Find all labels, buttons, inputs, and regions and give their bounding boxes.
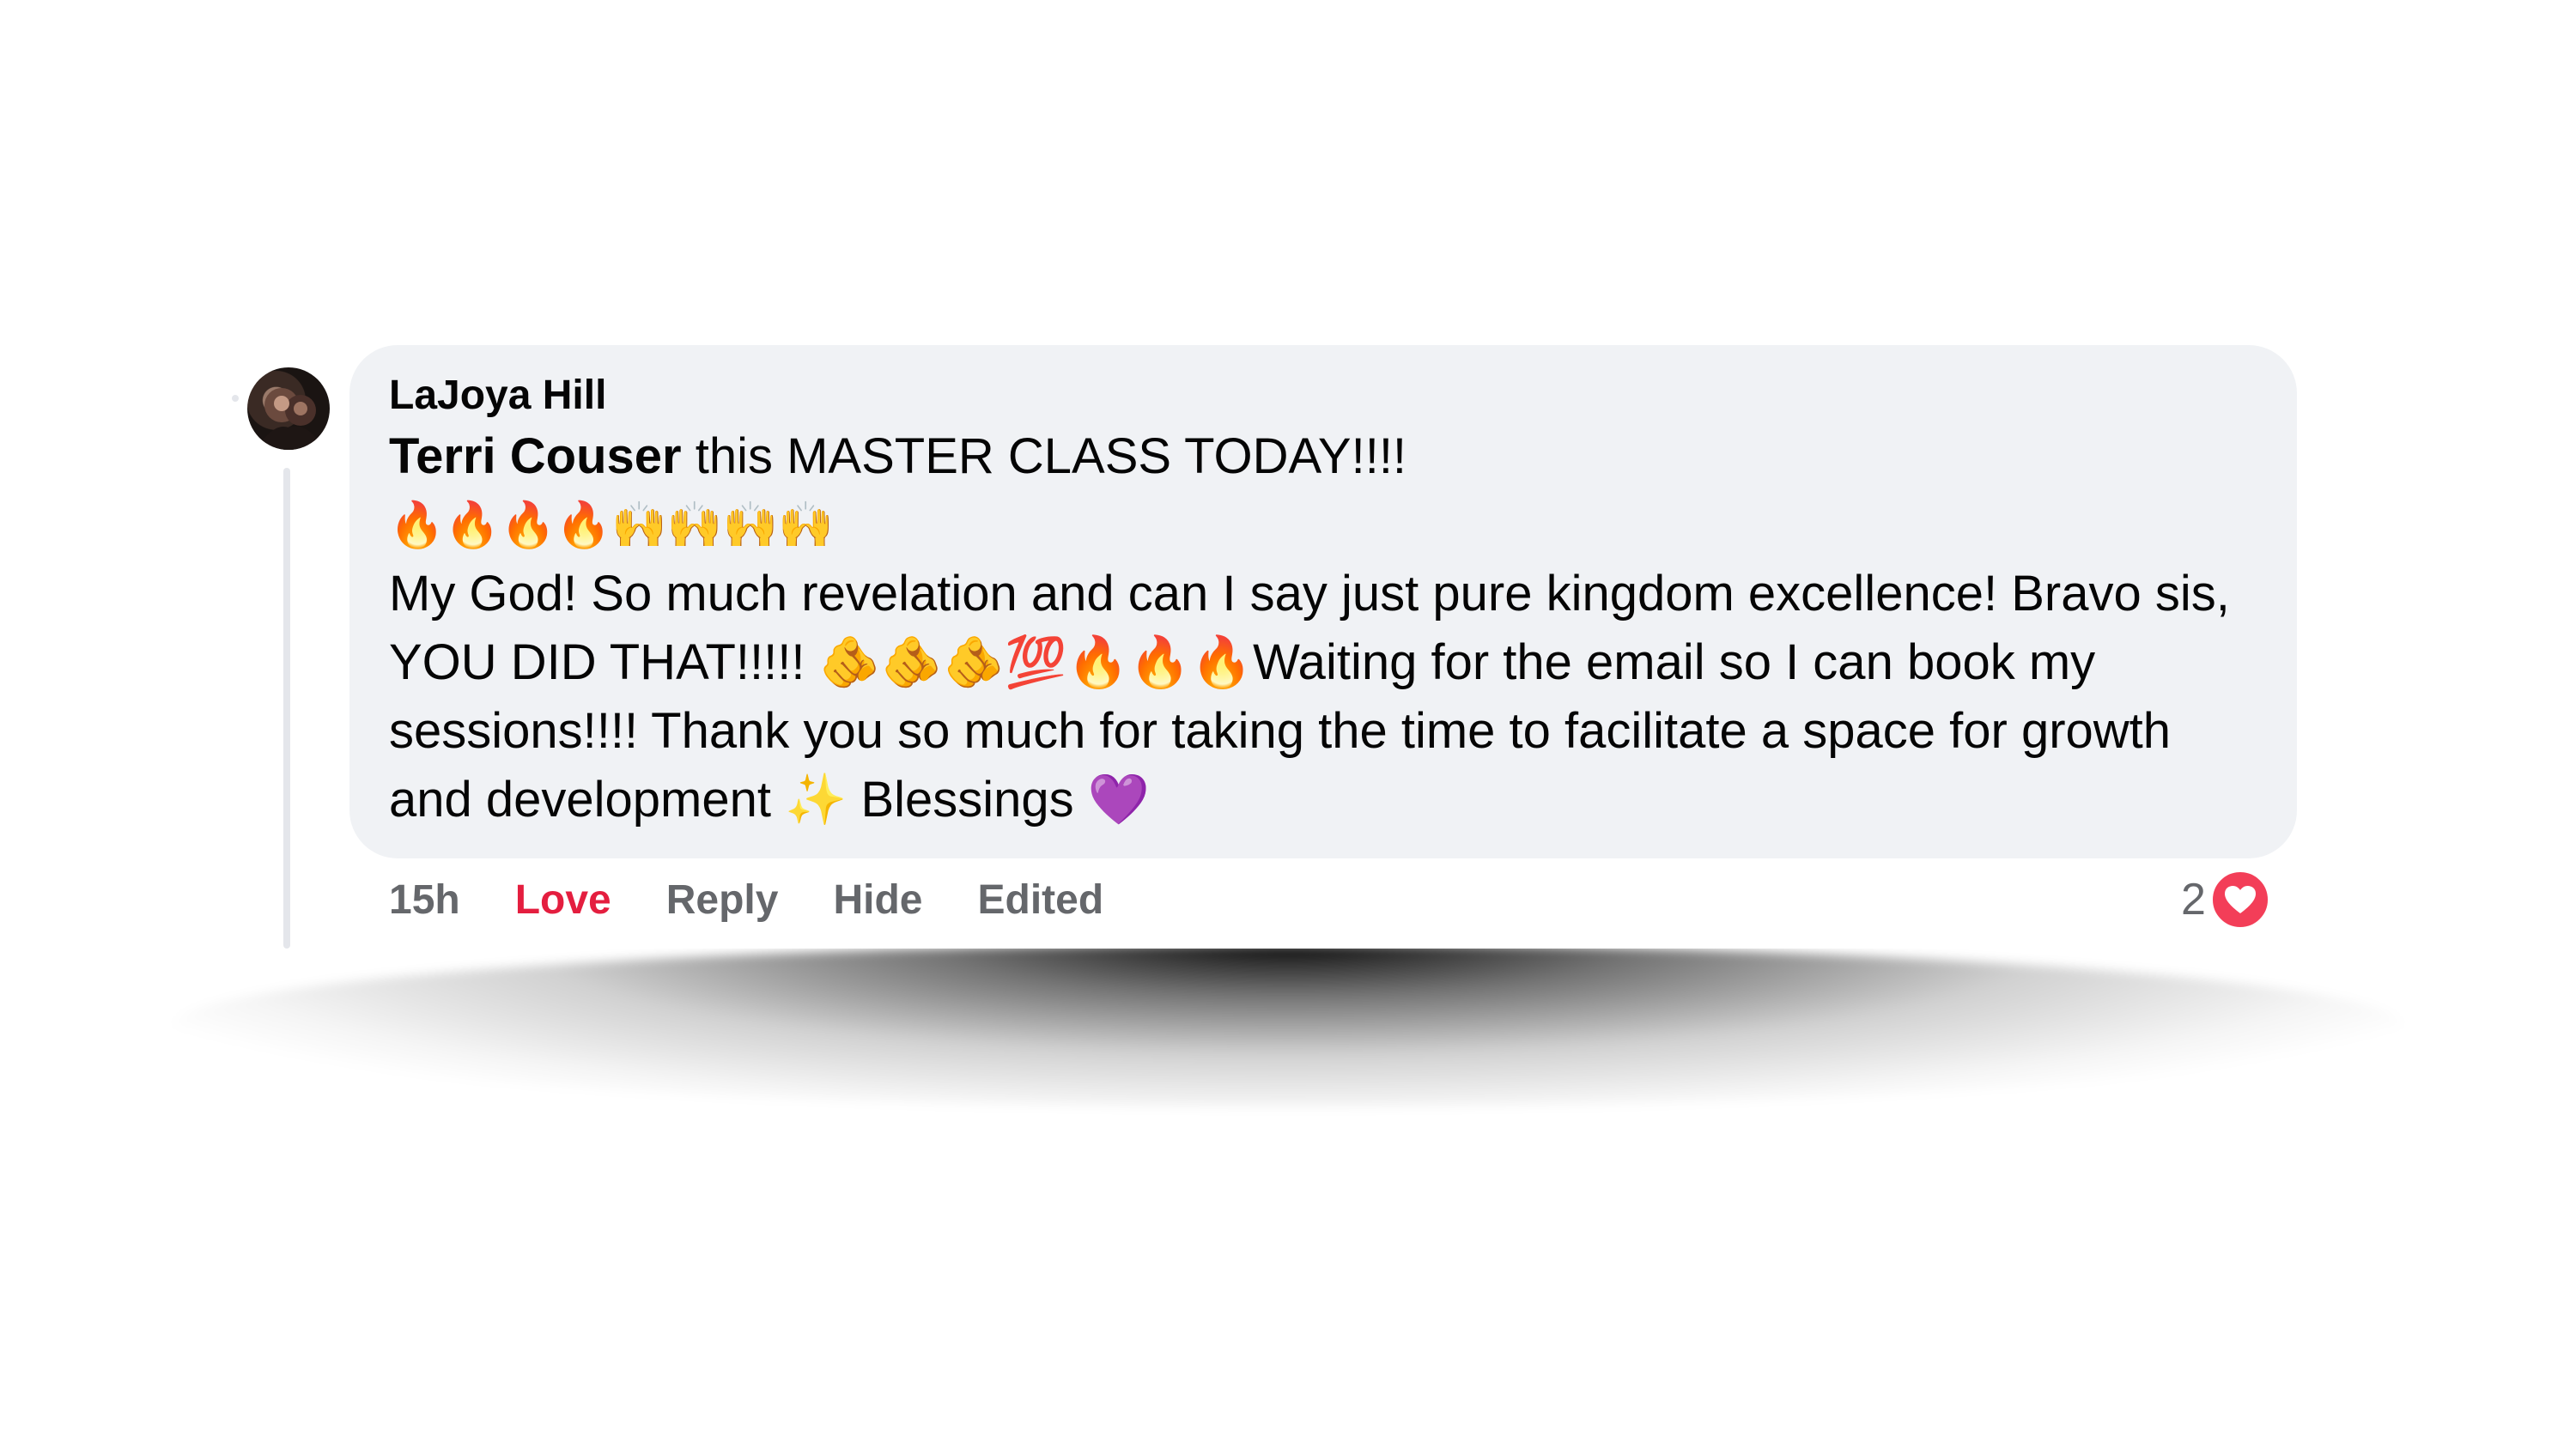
pointing-emoji: 🫵 — [943, 634, 1005, 690]
edited-label[interactable]: Edited — [977, 876, 1103, 924]
raised-hands-emoji: 🙌 — [611, 500, 667, 551]
comment-line-1-text: this MASTER CLASS TODAY!!!! — [681, 428, 1407, 484]
purple-heart-emoji: 💜 — [1087, 772, 1151, 828]
love-reaction-icon — [2208, 869, 2271, 931]
fire-emoji: 🔥 — [1066, 634, 1129, 690]
comment-line-1: Terri Couser this MASTER CLASS TODAY!!!! — [389, 422, 2257, 491]
fire-emoji: 🔥 — [1128, 634, 1191, 690]
comment-actions: 15h Love Reply Hide Edited — [389, 874, 1158, 925]
hide-button[interactable]: Hide — [833, 876, 922, 924]
reaction-count: 2 — [2181, 875, 2206, 925]
comment-bubble: LaJoya Hill Terri Couser this MASTER CLA… — [349, 345, 2297, 858]
fire-emoji: 🔥 — [556, 500, 611, 551]
comment-paragraph: My God! So much revelation and can I say… — [389, 560, 2257, 834]
sparkles-emoji: ✨ — [785, 772, 848, 828]
card-drop-shadow — [172, 944, 2404, 1107]
fire-emoji: 🔥 — [444, 500, 501, 551]
heart-icon — [2224, 886, 2256, 913]
raised-hands-emoji: 🙌 — [778, 500, 834, 551]
comment-timestamp[interactable]: 15h — [389, 876, 460, 924]
raised-hands-emoji: 🙌 — [722, 500, 779, 551]
avatar-photo-icon — [256, 388, 325, 450]
avatar[interactable] — [247, 367, 330, 450]
fire-emoji: 🔥 — [500, 500, 556, 551]
reaction-summary[interactable]: 2 — [2181, 869, 2271, 931]
comment-author[interactable]: LaJoya Hill — [389, 369, 2257, 422]
comment-card: LaJoya Hill Terri Couser this MASTER CLA… — [215, 335, 2361, 949]
mention-link[interactable]: Terri Couser — [389, 428, 682, 484]
raised-hands-emoji: 🙌 — [666, 500, 723, 551]
fire-emoji: 🔥 — [389, 500, 445, 551]
hundred-points-emoji: 💯 — [1005, 634, 1067, 690]
pointing-emoji: 🫵 — [818, 634, 881, 690]
comment-text-part-3: Blessings — [847, 772, 1088, 828]
reply-button[interactable]: Reply — [666, 876, 779, 924]
emoji-row: 🔥🔥🔥🔥🙌🙌🙌🙌 — [389, 491, 2257, 560]
screenshot-stage: LaJoya Hill Terri Couser this MASTER CLA… — [0, 0, 2576, 1449]
thread-connector-dot — [232, 395, 239, 402]
pointing-emoji: 🫵 — [880, 634, 943, 690]
love-button[interactable]: Love — [515, 876, 611, 924]
fire-emoji: 🔥 — [1190, 634, 1254, 690]
thread-line — [283, 468, 290, 949]
